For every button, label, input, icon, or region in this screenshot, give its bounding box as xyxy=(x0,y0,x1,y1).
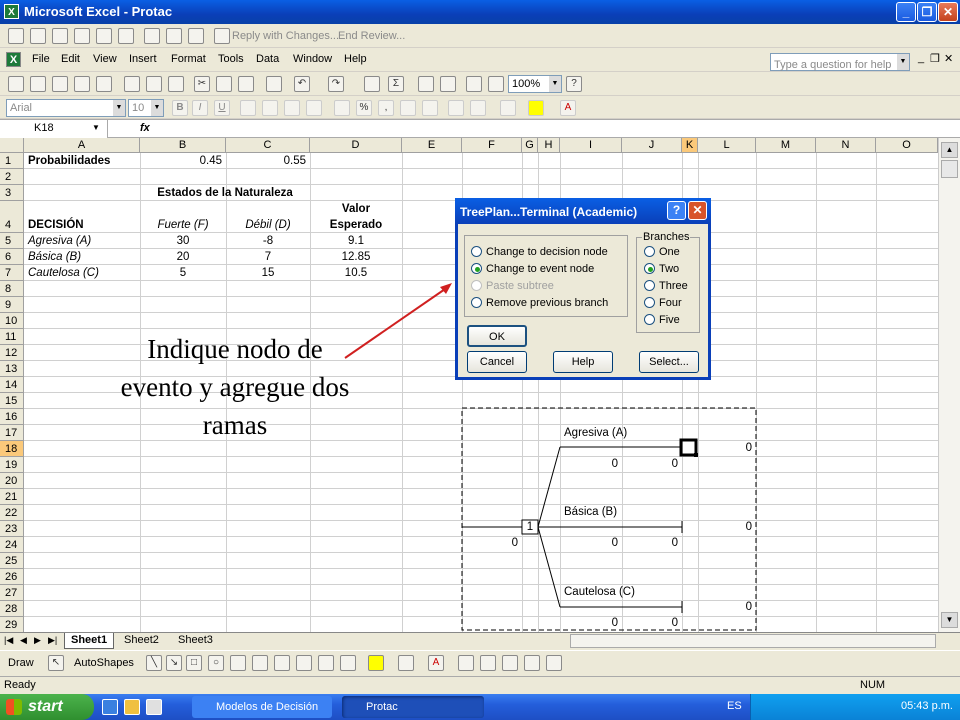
annotation-text: Indique nodo de evento y agregue dos ram… xyxy=(120,334,350,440)
